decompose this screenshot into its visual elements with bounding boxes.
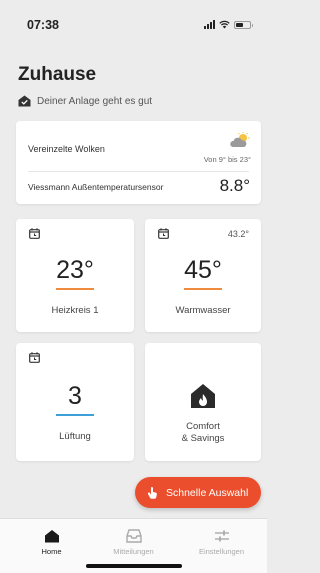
- comfort-label-line1: Comfort: [186, 421, 220, 432]
- heating-circuit-temperature: 23°: [56, 256, 94, 284]
- inbox-icon: [125, 529, 142, 543]
- signal-icon: [204, 20, 215, 29]
- temperature-underline: [56, 288, 94, 290]
- partly-cloudy-icon: [230, 132, 250, 147]
- weather-description: Vereinzelte Wolken: [28, 144, 105, 154]
- tab-messages[interactable]: Mitteilungen: [89, 519, 178, 567]
- status-icons: [204, 20, 253, 29]
- ventilation-label: Lüftung: [59, 431, 91, 442]
- divider: [28, 171, 249, 172]
- hot-water-current-temperature: 43.2°: [227, 229, 249, 239]
- status-time: 07:38: [27, 18, 59, 32]
- outdoor-temperature: 8.8°: [219, 176, 250, 195]
- heating-circuit-label: Heizkreis 1: [51, 305, 99, 316]
- house-flame-icon: [191, 384, 215, 408]
- hot-water-label: Warmwasser: [175, 305, 231, 316]
- hot-water-temperature: 45°: [184, 256, 222, 284]
- tab-messages-label: Mitteilungen: [113, 547, 154, 556]
- tab-settings[interactable]: Einstellungen: [177, 519, 266, 567]
- level-underline: [56, 414, 94, 416]
- system-status-text: Deiner Anlage geht es gut: [37, 95, 153, 107]
- comfort-label-line2: & Savings: [181, 433, 225, 444]
- weather-range: Von 9° bis 23°: [203, 155, 251, 164]
- system-status: Deiner Anlage geht es gut: [18, 95, 152, 107]
- schedule-icon: [158, 228, 169, 239]
- home-indicator[interactable]: [86, 564, 182, 568]
- tab-home-label: Home: [41, 547, 62, 556]
- quick-selection-button[interactable]: Schnelle Auswahl: [135, 477, 261, 508]
- house-check-icon: [18, 95, 31, 107]
- comfort-savings-tile[interactable]: Comfort & Savings: [145, 343, 261, 461]
- page-title: Zuhause: [18, 64, 97, 85]
- hot-water-tile[interactable]: 43.2° 45° Warmwasser: [145, 219, 261, 332]
- tab-home[interactable]: Home: [7, 519, 96, 567]
- schedule-icon: [29, 352, 40, 363]
- heating-circuit-tile[interactable]: 23° Heizkreis 1: [16, 219, 134, 332]
- temperature-underline: [184, 288, 222, 290]
- quick-selection-label: Schnelle Auswahl: [166, 486, 249, 499]
- status-bar: 07:38: [0, 0, 267, 44]
- hand-pointer-icon: [147, 486, 157, 499]
- ventilation-level: 3: [68, 382, 82, 410]
- ventilation-tile[interactable]: 3 Lüftung: [16, 343, 134, 461]
- schedule-icon: [29, 228, 40, 239]
- sensor-label: Viessmann Außentemperatursensor: [28, 182, 164, 192]
- house-icon: [44, 530, 59, 543]
- sliders-icon: [214, 530, 229, 542]
- tab-settings-label: Einstellungen: [198, 547, 245, 556]
- battery-icon: [234, 20, 253, 29]
- wifi-icon: [219, 20, 230, 29]
- weather-card[interactable]: Vereinzelte Wolken Von 9° bis 23° Viessm…: [16, 121, 261, 204]
